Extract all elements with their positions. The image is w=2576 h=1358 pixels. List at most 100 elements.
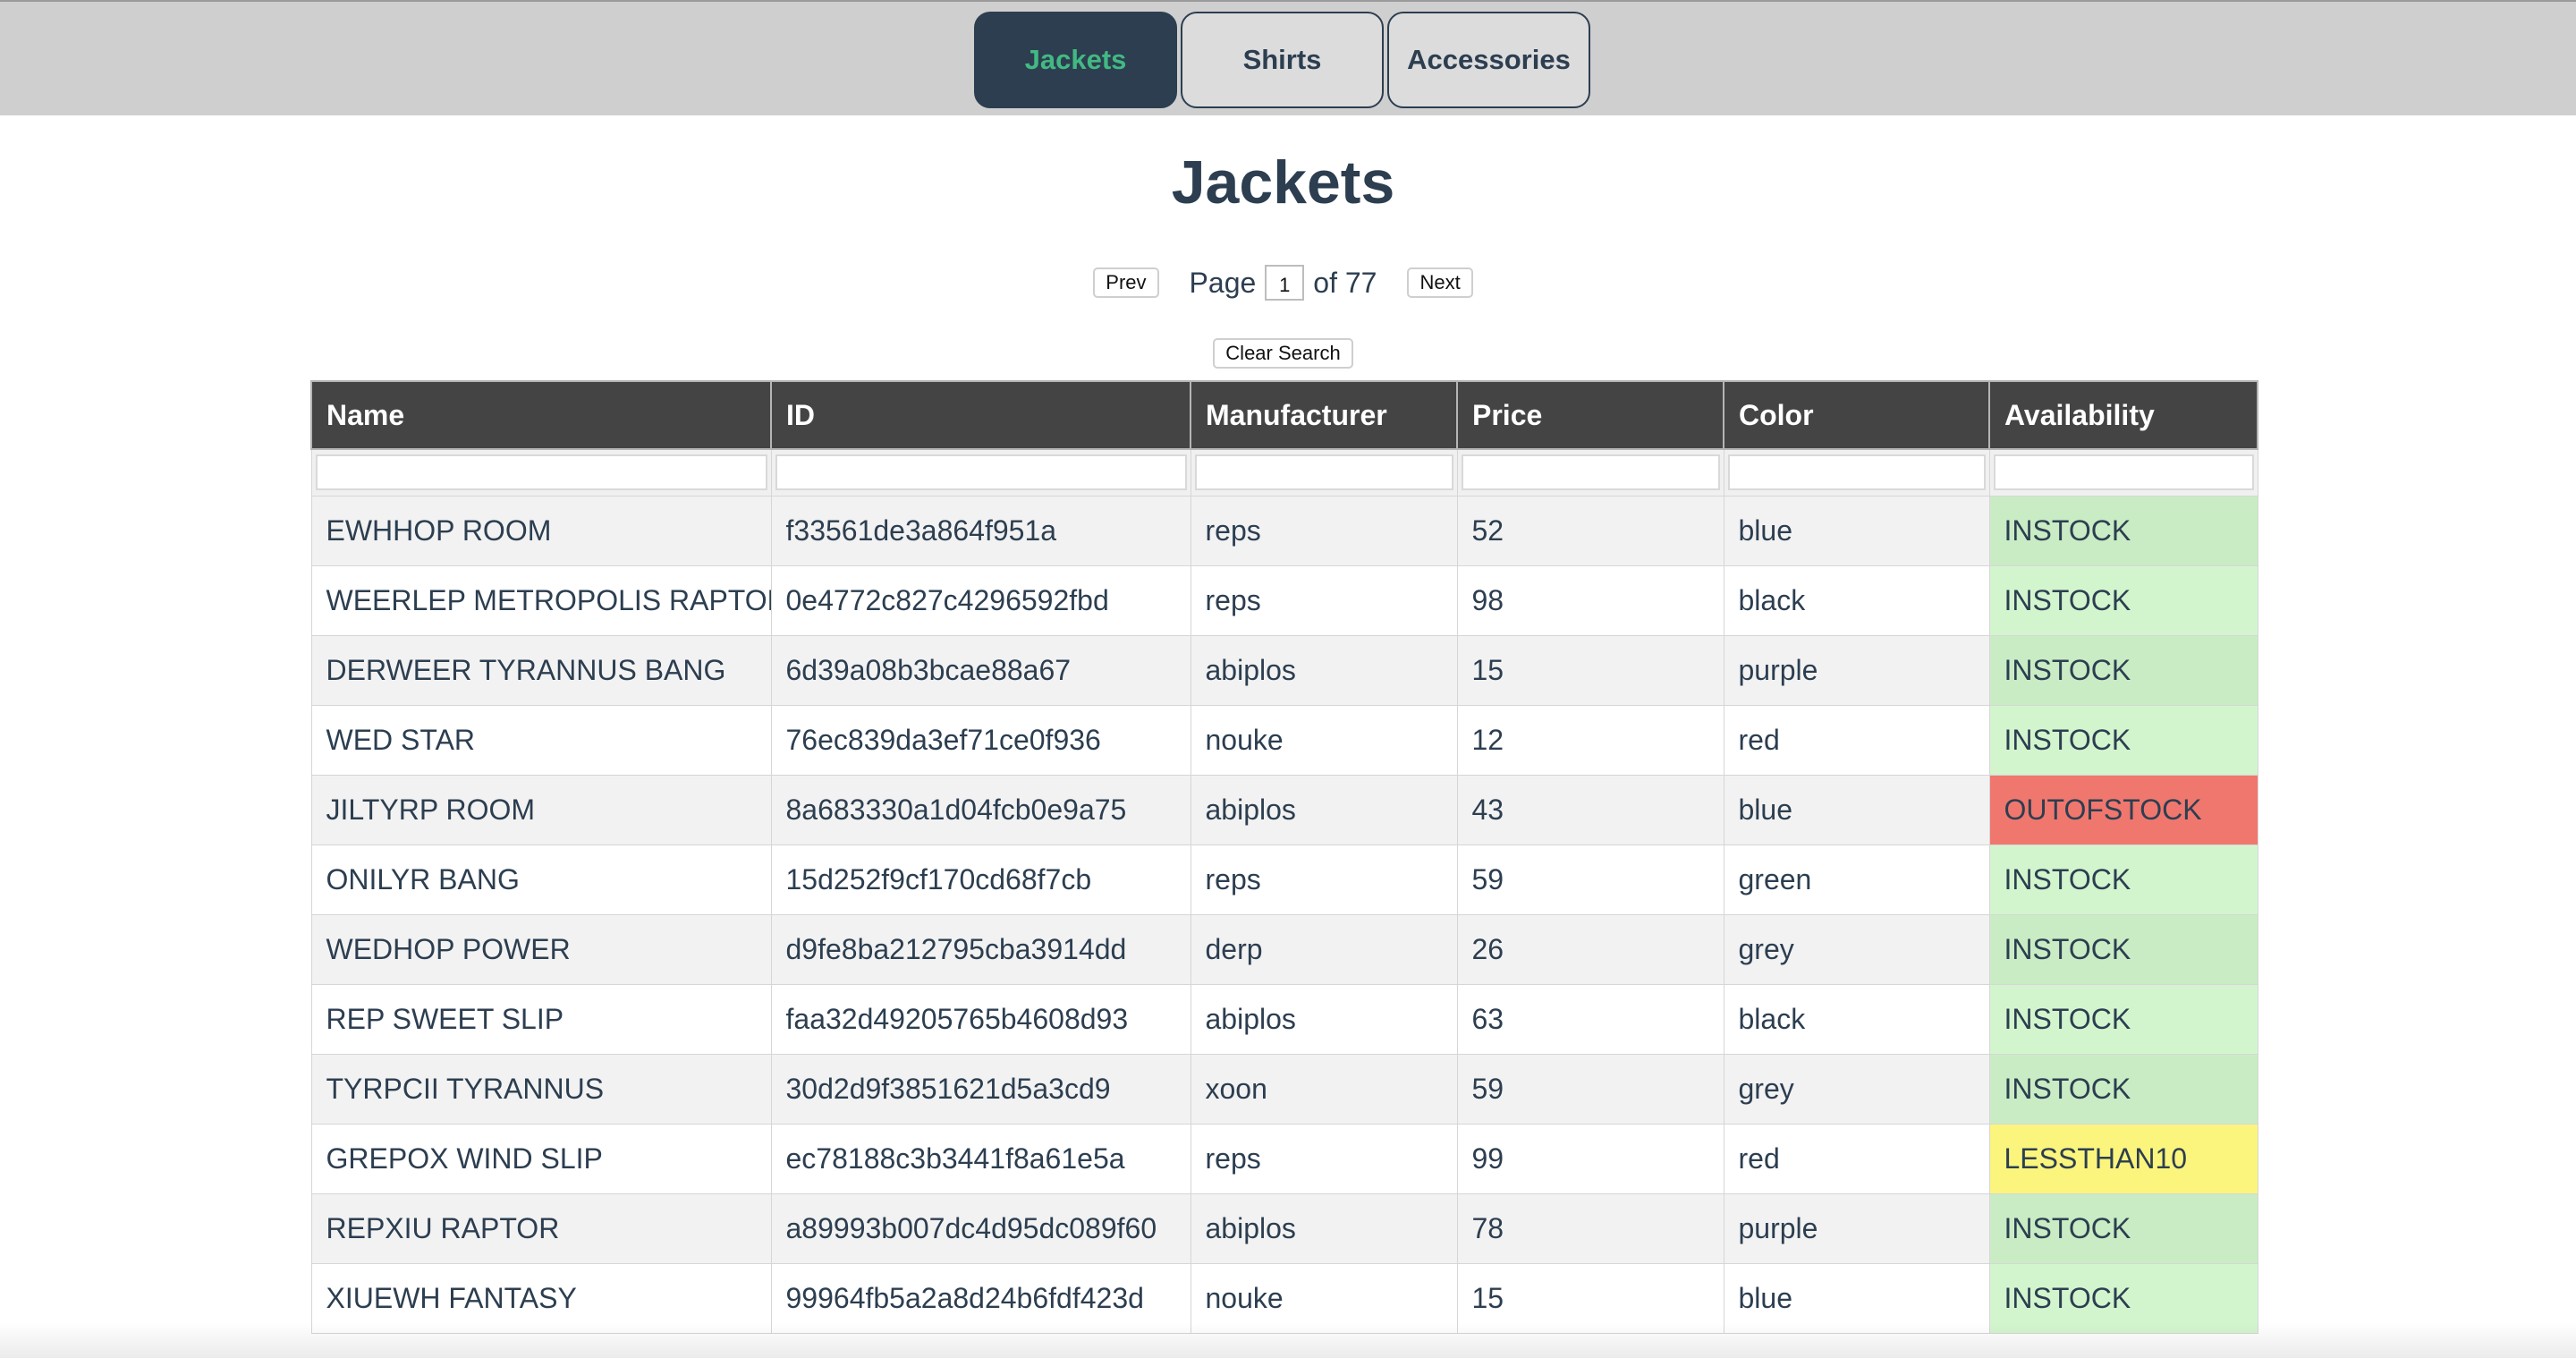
cell-manufacturer: derp xyxy=(1190,913,1458,985)
cell-name: GREPOX WIND SLIP xyxy=(310,1123,772,1194)
cell-color: blue xyxy=(1723,1262,1990,1334)
manufacturer-filter-input[interactable] xyxy=(1194,454,1453,491)
column-header-name[interactable]: Name xyxy=(310,380,772,450)
cell-id: d9fe8ba212795cba3914dd xyxy=(770,913,1191,985)
cell-id: a89993b007dc4d95dc089f60 xyxy=(770,1192,1191,1264)
cell-price: 59 xyxy=(1456,1053,1724,1125)
table-row[interactable]: WEERLEP METROPOLIS RAPTOR 0e4772c827c4296… xyxy=(310,564,2258,636)
cell-name: REPXIU RAPTOR xyxy=(310,1192,772,1264)
cell-price: 52 xyxy=(1456,495,1724,566)
table-row[interactable]: REP SWEET SLIP faa32d49205765b4608d93 abip… xyxy=(310,983,2258,1055)
page-number-input[interactable]: 1 xyxy=(1265,265,1305,301)
cell-id: 0e4772c827c4296592fbd xyxy=(770,564,1191,636)
table-row[interactable]: ONILYR BANG 15d252f9cf170cd68f7cb reps 59 gr… xyxy=(310,844,2258,915)
cell-manufacturer: abiplos xyxy=(1190,634,1458,706)
name-filter-input[interactable] xyxy=(315,454,767,491)
cell-name: EWHHOP ROOM xyxy=(310,495,772,566)
column-header-color[interactable]: Color xyxy=(1723,380,1990,450)
filter-cell xyxy=(770,448,1191,497)
tab-shirts[interactable]: Shirts xyxy=(1181,12,1384,108)
cell-color: grey xyxy=(1723,1053,1990,1125)
cell-availability: OUTOFSTOCK xyxy=(1988,774,2258,845)
cell-name: WEERLEP METROPOLIS RAPTOR xyxy=(310,564,772,636)
table-row[interactable]: REPXIU RAPTOR a89993b007dc4d95dc089f60 abi… xyxy=(310,1192,2258,1264)
category-tabs: Jackets Shirts Accessories xyxy=(974,12,1590,108)
cell-price: 26 xyxy=(1456,913,1724,985)
cell-id: faa32d49205765b4608d93 xyxy=(770,983,1191,1055)
prev-page-button[interactable]: Prev xyxy=(1093,267,1159,298)
cell-color: red xyxy=(1723,1123,1990,1194)
cell-price: 12 xyxy=(1456,704,1724,776)
cell-manufacturer: abiplos xyxy=(1190,774,1458,845)
cell-availability: INSTOCK xyxy=(1988,495,2258,566)
column-header-id[interactable]: ID xyxy=(770,380,1191,450)
cell-color: purple xyxy=(1723,634,1990,706)
cell-color: blue xyxy=(1723,774,1990,845)
cell-id: ec78188c3b3441f8a61e5a xyxy=(770,1123,1191,1194)
cell-color: green xyxy=(1723,844,1990,915)
cell-color: red xyxy=(1723,704,1990,776)
filter-cell xyxy=(1988,448,2258,497)
cell-color: black xyxy=(1723,564,1990,636)
table-row[interactable]: TYRPCII TYRANNUS 30d2d9f3851621d5a3cd9 xoo… xyxy=(310,1053,2258,1125)
tab-accessories[interactable]: Accessories xyxy=(1387,12,1590,108)
cell-id: 76ec839da3ef71ce0f936 xyxy=(770,704,1191,776)
cell-name: WED STAR xyxy=(310,704,772,776)
cell-availability: INSTOCK xyxy=(1988,1053,2258,1125)
cell-price: 78 xyxy=(1456,1192,1724,1264)
availability-filter-input[interactable] xyxy=(1993,454,2254,491)
cell-name: REP SWEET SLIP xyxy=(310,983,772,1055)
cell-id: 99964fb5a2a8d24b6fdf423d xyxy=(770,1262,1191,1334)
price-filter-input[interactable] xyxy=(1461,454,1720,491)
cell-price: 99 xyxy=(1456,1123,1724,1194)
cell-manufacturer: reps xyxy=(1190,564,1458,636)
cell-price: 15 xyxy=(1456,634,1724,706)
next-page-button[interactable]: Next xyxy=(1407,267,1473,298)
table-row[interactable]: EWHHOP ROOM f33561de3a864f951a reps 52 blue I… xyxy=(310,495,2258,566)
pagination: Prev Page 1 of 77 Next xyxy=(0,265,2566,301)
column-header-price[interactable]: Price xyxy=(1456,380,1724,450)
cell-manufacturer: reps xyxy=(1190,495,1458,566)
filter-cell xyxy=(1456,448,1724,497)
table-row[interactable]: WEDHOP POWER d9fe8ba212795cba3914dd derp 26… xyxy=(310,913,2258,985)
color-filter-input[interactable] xyxy=(1727,454,1986,491)
cell-id: 6d39a08b3bcae88a67 xyxy=(770,634,1191,706)
cell-color: black xyxy=(1723,983,1990,1055)
cell-name: JILTYRP ROOM xyxy=(310,774,772,845)
products-table: Name ID Manufacturer Price Color Availab… xyxy=(310,380,2258,1334)
cell-name: DERWEER TYRANNUS BANG xyxy=(310,634,772,706)
table-row[interactable]: WED STAR 76ec839da3ef71ce0f936 nouke 12 red I… xyxy=(310,704,2258,776)
cell-manufacturer: reps xyxy=(1190,1123,1458,1194)
table-header-row: Name ID Manufacturer Price Color Availab… xyxy=(310,380,2258,450)
column-header-manufacturer[interactable]: Manufacturer xyxy=(1190,380,1458,450)
cell-name: ONILYR BANG xyxy=(310,844,772,915)
cell-id: 30d2d9f3851621d5a3cd9 xyxy=(770,1053,1191,1125)
table-row[interactable]: JILTYRP ROOM 8a683330a1d04fcb0e9a75 abiplo… xyxy=(310,774,2258,845)
cell-availability: INSTOCK xyxy=(1988,1192,2258,1264)
table-row[interactable]: GREPOX WIND SLIP ec78188c3b3441f8a61e5a re… xyxy=(310,1123,2258,1194)
cell-availability: INSTOCK xyxy=(1988,634,2258,706)
column-header-availability[interactable]: Availability xyxy=(1988,380,2258,450)
tab-jackets[interactable]: Jackets xyxy=(974,12,1177,108)
filter-row xyxy=(310,448,2258,497)
cell-availability: INSTOCK xyxy=(1988,564,2258,636)
filter-cell xyxy=(1723,448,1990,497)
cell-price: 98 xyxy=(1456,564,1724,636)
cell-manufacturer: nouke xyxy=(1190,704,1458,776)
page-total-label: of 77 xyxy=(1313,266,1377,299)
clear-search-button[interactable]: Clear Search xyxy=(1213,338,1353,369)
cell-availability: INSTOCK xyxy=(1988,983,2258,1055)
id-filter-input[interactable] xyxy=(775,454,1187,491)
cell-manufacturer: nouke xyxy=(1190,1262,1458,1334)
cell-availability: INSTOCK xyxy=(1988,844,2258,915)
table-row[interactable]: DERWEER TYRANNUS BANG 6d39a08b3bcae88a67 a… xyxy=(310,634,2258,706)
cell-price: 59 xyxy=(1456,844,1724,915)
table-row[interactable]: XIUEWH FANTASY 99964fb5a2a8d24b6fdf423d no… xyxy=(310,1262,2258,1334)
cell-name: XIUEWH FANTASY xyxy=(310,1262,772,1334)
cell-id: f33561de3a864f951a xyxy=(770,495,1191,566)
cell-availability: INSTOCK xyxy=(1988,1262,2258,1334)
cell-price: 63 xyxy=(1456,983,1724,1055)
page-title: Jackets xyxy=(1171,149,1395,216)
cell-color: grey xyxy=(1723,913,1990,985)
cell-name: TYRPCII TYRANNUS xyxy=(310,1053,772,1125)
